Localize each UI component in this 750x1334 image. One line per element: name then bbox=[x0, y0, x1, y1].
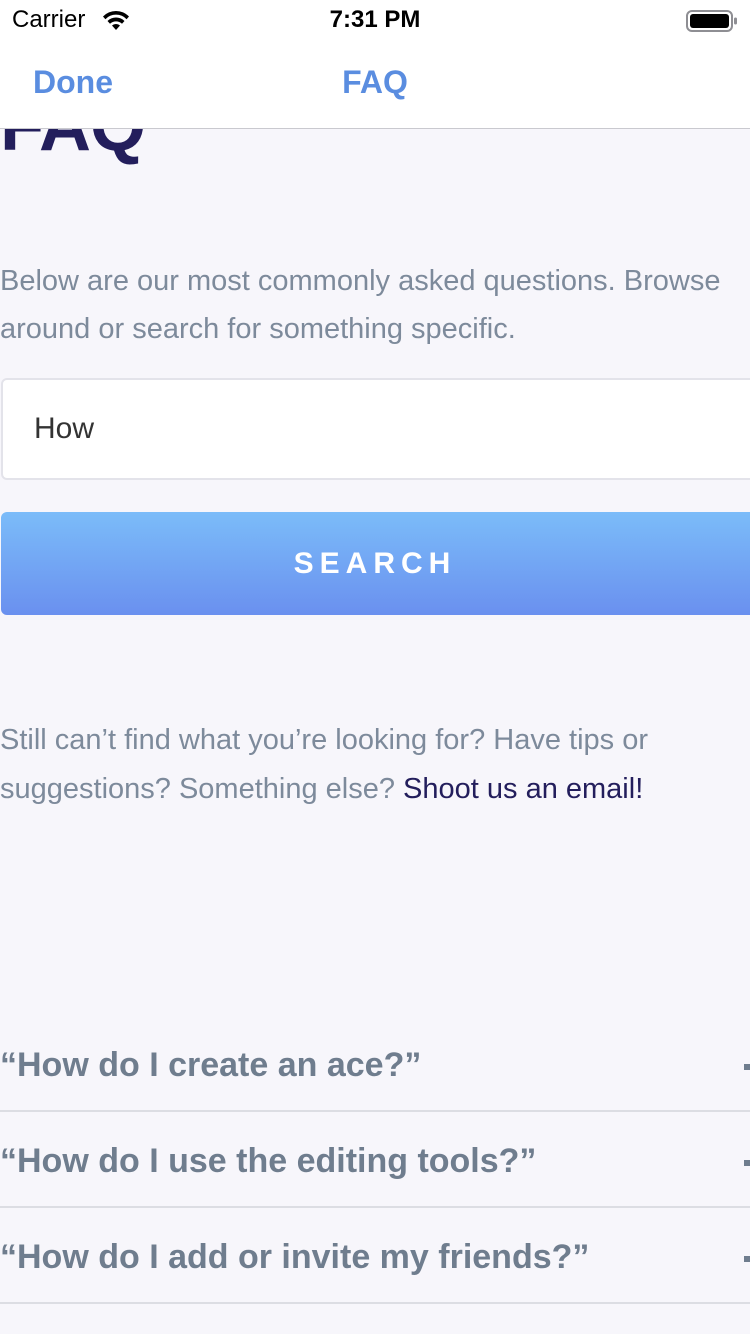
faq-list: “How do I create an ace?” “How do I use … bbox=[0, 1016, 750, 1304]
faq-question: “How do I use the editing tools?” bbox=[0, 1142, 537, 1180]
scroll-content[interactable]: FAQ Below are our most commonly asked qu… bbox=[0, 129, 750, 1334]
faq-question: “How do I create an ace?” bbox=[0, 1046, 422, 1084]
expand-icon[interactable] bbox=[744, 1160, 750, 1166]
faq-item[interactable]: “How do I use the editing tools?” bbox=[0, 1112, 750, 1208]
email-link[interactable]: Shoot us an email! bbox=[403, 773, 643, 805]
status-bar: Carrier 7:31 PM bbox=[0, 0, 750, 40]
search-input[interactable] bbox=[1, 378, 750, 480]
page-title: FAQ bbox=[0, 129, 146, 167]
expand-icon[interactable] bbox=[744, 1064, 750, 1070]
faq-item[interactable]: “How do I add or invite my friends?” bbox=[0, 1208, 750, 1304]
status-time: 7:31 PM bbox=[329, 6, 421, 33]
search-button[interactable]: SEARCH bbox=[1, 512, 750, 615]
help-text: Still can’t find what you’re looking for… bbox=[0, 716, 745, 814]
done-button[interactable]: Done bbox=[33, 64, 113, 101]
navigation-bar: Done FAQ bbox=[0, 40, 750, 129]
expand-icon[interactable] bbox=[744, 1256, 750, 1262]
intro-text: Below are our most commonly asked questi… bbox=[0, 265, 721, 345]
battery-icon bbox=[686, 10, 737, 32]
faq-question: “How do I add or invite my friends?” bbox=[0, 1238, 590, 1276]
faq-item[interactable]: “How do I create an ace?” bbox=[0, 1016, 750, 1112]
faq-screen: Carrier 7:31 PM Done FAQ FAQ Below are o… bbox=[0, 0, 750, 1334]
